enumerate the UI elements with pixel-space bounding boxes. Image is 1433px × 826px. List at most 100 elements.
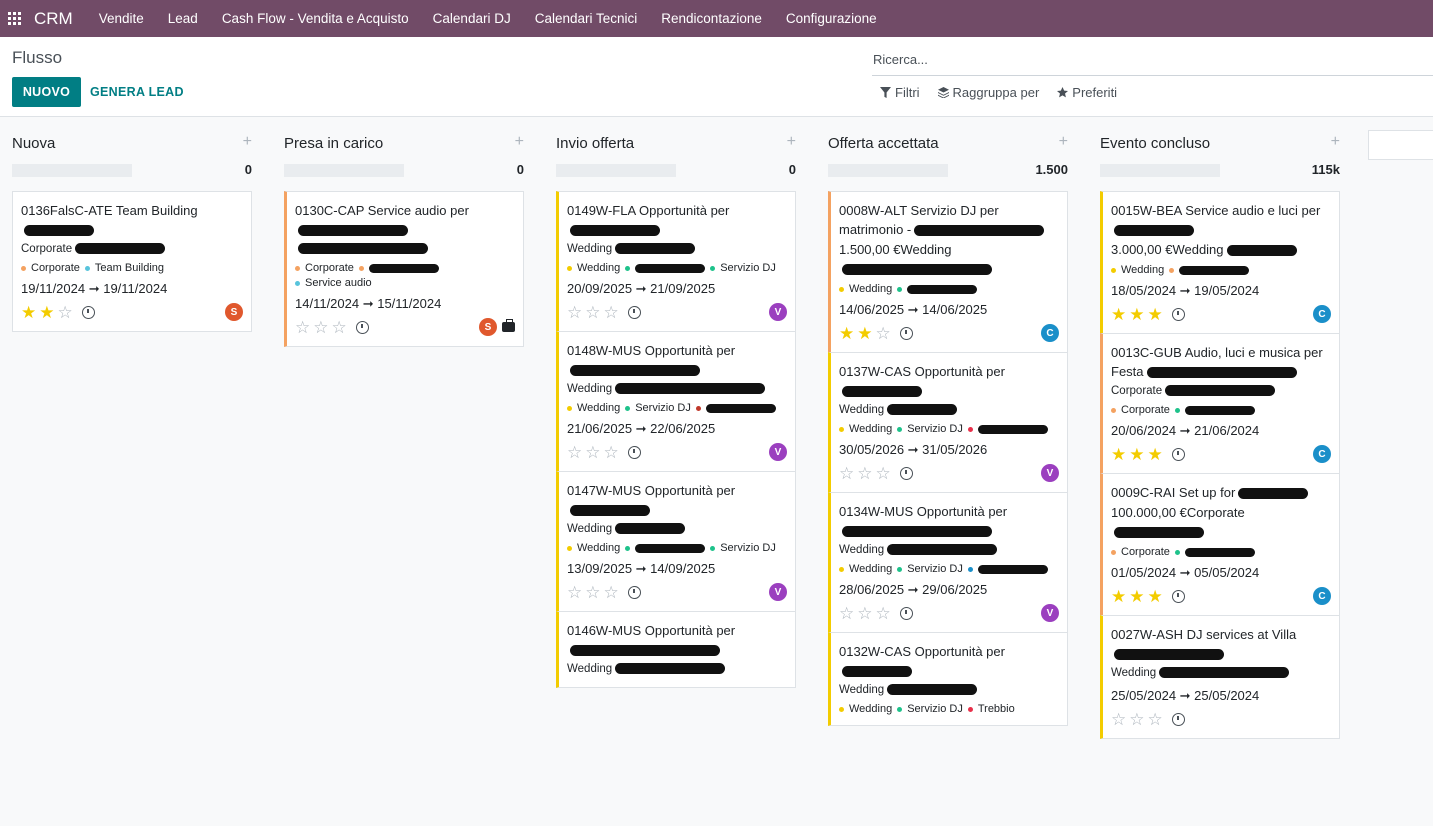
priority-star-icon[interactable]: ★ — [21, 304, 36, 321]
favorites-button[interactable]: Preferiti — [1057, 85, 1117, 100]
search-input[interactable] — [872, 52, 1433, 67]
kanban-card[interactable]: 0148W-MUS Opportunità per Wedding Wedding S… — [556, 331, 796, 472]
column-progress-bar[interactable] — [12, 164, 132, 177]
nav-configurazione[interactable]: Configurazione — [786, 11, 877, 26]
kanban-card[interactable]: 0008W-ALT Servizio DJ per matrimonio - 1.… — [828, 191, 1068, 353]
priority-star-icon[interactable]: ★ — [1111, 446, 1126, 463]
group-by-button[interactable]: Raggruppa per — [937, 85, 1039, 100]
avatar[interactable]: V — [1041, 464, 1059, 482]
avatar[interactable]: C — [1313, 587, 1331, 605]
priority-star-icon[interactable]: ★ — [1111, 588, 1126, 605]
priority-star-icon[interactable]: ☆ — [1129, 711, 1144, 728]
apps-grid-icon[interactable] — [8, 11, 22, 26]
app-brand[interactable]: CRM — [34, 9, 73, 29]
priority-star-icon[interactable]: ☆ — [876, 605, 891, 622]
activity-clock-icon[interactable] — [1171, 307, 1185, 321]
priority-star-icon[interactable]: ★ — [1129, 446, 1144, 463]
column-progress-bar[interactable] — [828, 164, 948, 177]
activity-clock-icon[interactable] — [627, 585, 641, 599]
kanban-card[interactable]: 0132W-CAS Opportunità per Wedding Wedding S… — [828, 632, 1068, 726]
priority-star-icon[interactable]: ☆ — [604, 444, 619, 461]
activity-clock-icon[interactable] — [627, 445, 641, 459]
priority-star-icon[interactable]: ★ — [1111, 306, 1126, 323]
kanban-card[interactable]: 0147W-MUS Opportunità per Wedding Wedding S… — [556, 471, 796, 612]
kanban-card[interactable]: 0137W-CAS Opportunità per Wedding Wedding S… — [828, 352, 1068, 493]
kanban-card[interactable]: 0146W-MUS Opportunità per Wedding — [556, 611, 796, 688]
priority-star-icon[interactable]: ☆ — [585, 584, 600, 601]
priority-star-icon[interactable]: ☆ — [585, 444, 600, 461]
priority-star-icon[interactable]: ☆ — [58, 304, 73, 321]
priority-star-icon[interactable]: ★ — [1129, 306, 1144, 323]
priority-star-icon[interactable]: ☆ — [585, 304, 600, 321]
activity-clock-icon[interactable] — [1171, 589, 1185, 603]
add-card-icon[interactable]: + — [515, 133, 524, 151]
priority-star-icon[interactable]: ☆ — [857, 605, 872, 622]
priority-star-icon[interactable]: ☆ — [839, 605, 854, 622]
column-title[interactable]: Offerta accettata — [828, 135, 939, 152]
priority-star-icon[interactable]: ☆ — [567, 444, 582, 461]
priority-star-icon[interactable]: ☆ — [839, 465, 854, 482]
nav-vendite[interactable]: Vendite — [99, 11, 144, 26]
avatar[interactable]: C — [1313, 445, 1331, 463]
avatar[interactable]: V — [769, 583, 787, 601]
avatar[interactable]: V — [769, 443, 787, 461]
nav-cash-flow[interactable]: Cash Flow - Vendita e Acquisto — [222, 11, 409, 26]
activity-clock-icon[interactable] — [899, 466, 913, 480]
avatar[interactable]: S — [225, 303, 243, 321]
avatar[interactable]: V — [769, 303, 787, 321]
priority-star-icon[interactable]: ☆ — [857, 465, 872, 482]
kanban-card[interactable]: 0015W-BEA Service audio e luci per 3.000,… — [1100, 191, 1340, 334]
priority-star-icon[interactable]: ☆ — [332, 319, 347, 336]
filters-button[interactable]: Filtri — [880, 85, 920, 100]
activity-clock-icon[interactable] — [1171, 447, 1185, 461]
add-card-icon[interactable]: + — [1331, 133, 1340, 151]
priority-star-icon[interactable]: ☆ — [295, 319, 310, 336]
kanban-card[interactable]: 0136FalsC-ATE Team Building Corporate Corp… — [12, 191, 252, 332]
add-column-area[interactable] — [1368, 130, 1433, 160]
nav-rendicontazione[interactable]: Rendicontazione — [661, 11, 762, 26]
priority-star-icon[interactable]: ☆ — [1148, 711, 1163, 728]
add-card-icon[interactable]: + — [1059, 133, 1068, 151]
kanban-card[interactable]: 0027W-ASH DJ services at Villa Wedding 25/… — [1100, 615, 1340, 739]
nav-lead[interactable]: Lead — [168, 11, 198, 26]
priority-star-icon[interactable]: ☆ — [567, 584, 582, 601]
priority-star-icon[interactable]: ☆ — [604, 584, 619, 601]
priority-star-icon[interactable]: ★ — [839, 325, 854, 342]
column-progress-bar[interactable] — [556, 164, 676, 177]
priority-star-icon[interactable]: ★ — [1129, 588, 1144, 605]
priority-star-icon[interactable]: ☆ — [313, 319, 328, 336]
avatar[interactable]: C — [1313, 305, 1331, 323]
priority-star-icon[interactable]: ★ — [1148, 588, 1163, 605]
kanban-card[interactable]: 0130C-CAP Service audio per Corporate Serv… — [284, 191, 524, 347]
nav-calendari-tecnici[interactable]: Calendari Tecnici — [535, 11, 638, 26]
kanban-card[interactable]: 0149W-FLA Opportunità per Wedding Wedding S… — [556, 191, 796, 332]
generate-lead-button[interactable]: GENERA LEAD — [90, 77, 184, 107]
kanban-card[interactable]: 0134W-MUS Opportunità per Wedding Wedding S… — [828, 492, 1068, 633]
column-progress-bar[interactable] — [284, 164, 404, 177]
priority-star-icon[interactable]: ★ — [857, 325, 872, 342]
column-progress-bar[interactable] — [1100, 164, 1220, 177]
column-title[interactable]: Nuova — [12, 135, 55, 152]
avatar[interactable]: V — [1041, 604, 1059, 622]
activity-clock-icon[interactable] — [355, 320, 369, 334]
nav-calendari-dj[interactable]: Calendari DJ — [433, 11, 511, 26]
activity-clock-icon[interactable] — [81, 305, 95, 319]
column-title[interactable]: Presa in carico — [284, 135, 383, 152]
avatar[interactable]: C — [1041, 324, 1059, 342]
activity-clock-icon[interactable] — [1171, 712, 1185, 726]
activity-clock-icon[interactable] — [899, 326, 913, 340]
activity-clock-icon[interactable] — [627, 305, 641, 319]
column-title[interactable]: Evento concluso — [1100, 135, 1210, 152]
priority-star-icon[interactable]: ☆ — [604, 304, 619, 321]
kanban-card[interactable]: 0009C-RAI Set up for 100.000,00 €Corporat… — [1100, 473, 1340, 616]
activity-clock-icon[interactable] — [899, 606, 913, 620]
avatar[interactable]: S — [479, 318, 497, 336]
add-card-icon[interactable]: + — [787, 133, 796, 151]
priority-star-icon[interactable]: ★ — [1148, 446, 1163, 463]
priority-star-icon[interactable]: ☆ — [876, 325, 891, 342]
add-card-icon[interactable]: + — [243, 133, 252, 151]
priority-star-icon[interactable]: ★ — [1148, 306, 1163, 323]
priority-star-icon[interactable]: ☆ — [876, 465, 891, 482]
priority-star-icon[interactable]: ☆ — [567, 304, 582, 321]
new-button[interactable]: NUOVO — [12, 77, 81, 107]
